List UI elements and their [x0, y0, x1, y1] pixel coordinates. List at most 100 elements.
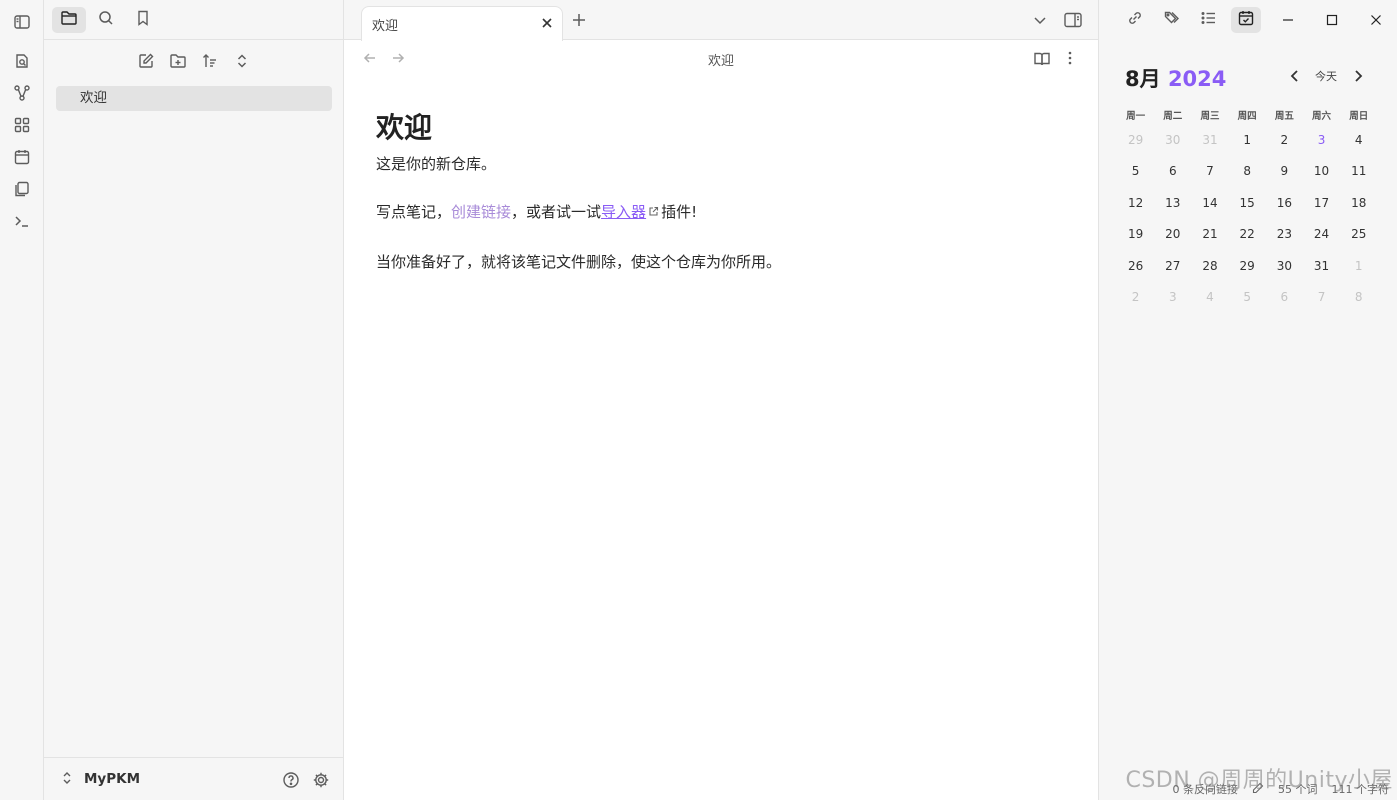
right-sidebar: 8月 2024 今天 周一 周二 周三 周四 周五 周六 周日 29 30 31 1 2 3 4 5 6 7 8 9…	[1098, 0, 1397, 800]
internal-link[interactable]: 创建链接	[451, 203, 511, 221]
calendar-day[interactable]: 31	[1303, 259, 1340, 273]
collapse-icon[interactable]	[229, 48, 255, 74]
calendar-day[interactable]: 30	[1266, 259, 1303, 273]
templates-icon[interactable]	[10, 177, 34, 201]
calendar-today-button[interactable]: 今天	[1315, 68, 1337, 84]
bookmarks-tab[interactable]	[126, 7, 160, 33]
more-options-icon[interactable]	[1062, 50, 1078, 70]
calendar-day[interactable]: 11	[1340, 164, 1377, 178]
outgoing-links-tab[interactable]	[1120, 7, 1150, 33]
calendar-day[interactable]: 8	[1340, 290, 1377, 304]
tags-tab[interactable]	[1157, 7, 1187, 33]
reading-view-book-icon[interactable]	[1033, 50, 1051, 72]
calendar-day[interactable]: 12	[1117, 196, 1154, 210]
settings-gear-icon[interactable]	[311, 770, 331, 790]
calendar-weekday-row: 周一 周二 周三 周四 周五 周六 周日	[1117, 106, 1396, 124]
calendar-day[interactable]: 7	[1191, 164, 1228, 178]
text-segment: 插件!	[661, 203, 698, 221]
calendar-day[interactable]: 2	[1266, 133, 1303, 147]
calendar-day[interactable]: 1	[1229, 133, 1266, 147]
close-icon[interactable]	[540, 16, 554, 34]
note-content[interactable]: 欢迎 这是你的新仓库。 写点笔记，创建链接，或者试一试导入器 插件! 当你准备好了…	[376, 108, 1056, 274]
calendar-day[interactable]: 28	[1191, 259, 1228, 273]
calendar-day[interactable]: 5	[1229, 290, 1266, 304]
calendar-day[interactable]: 31	[1191, 133, 1228, 147]
calendar-day[interactable]: 3	[1154, 290, 1191, 304]
sort-icon[interactable]	[197, 48, 223, 74]
calendar-day[interactable]: 6	[1154, 164, 1191, 178]
calendar-day[interactable]: 6	[1266, 290, 1303, 304]
file-explorer-tab[interactable]	[52, 7, 86, 33]
file-item[interactable]: 欢迎	[56, 86, 332, 111]
calendar-day[interactable]: 27	[1154, 259, 1191, 273]
calendar-day[interactable]: 4	[1340, 133, 1377, 147]
outline-tab[interactable]	[1194, 7, 1224, 33]
vault-name[interactable]: MyPKM	[84, 771, 140, 787]
calendar-day[interactable]: 16	[1266, 196, 1303, 210]
list-icon	[1200, 9, 1218, 31]
command-palette-icon[interactable]	[10, 209, 34, 233]
calendar-day[interactable]: 5	[1117, 164, 1154, 178]
minimize-icon[interactable]	[1278, 10, 1298, 30]
external-link[interactable]: 导入器	[601, 203, 646, 221]
tab-title: 欢迎	[372, 19, 399, 34]
calendar-day[interactable]: 17	[1303, 196, 1340, 210]
calendar-day[interactable]: 4	[1191, 290, 1228, 304]
calendar-day[interactable]: 7	[1303, 290, 1340, 304]
window-close-icon[interactable]	[1366, 10, 1386, 30]
calendar-day[interactable]: 25	[1340, 227, 1377, 241]
open-quick-switcher-icon[interactable]	[10, 49, 34, 73]
right-sidebar-tabs	[1099, 0, 1397, 40]
calendar-day[interactable]: 2	[1117, 290, 1154, 304]
note-paragraph-1: 这是你的新仓库。	[376, 155, 497, 173]
calendar-day[interactable]: 22	[1229, 227, 1266, 241]
calendar-day[interactable]: 23	[1266, 227, 1303, 241]
calendar-day[interactable]: 26	[1117, 259, 1154, 273]
search-tab[interactable]	[89, 7, 123, 33]
bookmark-icon	[134, 9, 152, 31]
view-title[interactable]: 欢迎	[344, 50, 1098, 69]
canvas-icon[interactable]	[10, 113, 34, 137]
calendar-day[interactable]: 30	[1154, 133, 1191, 147]
chevron-right-icon[interactable]	[1350, 68, 1366, 88]
new-tab-plus-icon[interactable]	[570, 11, 588, 33]
calendar-day[interactable]: 15	[1229, 196, 1266, 210]
help-icon[interactable]	[281, 770, 301, 790]
folder-icon	[60, 9, 78, 31]
calendar-weekday: 周四	[1237, 111, 1257, 122]
calendar-weekday: 周一	[1126, 111, 1146, 122]
calendar-day[interactable]: 24	[1303, 227, 1340, 241]
new-note-icon[interactable]	[133, 48, 159, 74]
note-paragraph-3: 当你准备好了，就将该笔记文件删除，使这个仓库为你所用。	[376, 253, 782, 271]
maximize-icon[interactable]	[1322, 10, 1342, 30]
link-icon	[1126, 9, 1144, 31]
vault-switcher-icon[interactable]	[60, 771, 74, 789]
calendar-day[interactable]: 10	[1303, 164, 1340, 178]
new-folder-icon[interactable]	[165, 48, 191, 74]
calendar-day[interactable]: 29	[1117, 133, 1154, 147]
calendar-week-row: 12 13 14 15 16 17 18	[1117, 187, 1396, 219]
calendar-day[interactable]: 21	[1191, 227, 1228, 241]
calendar-day[interactable]: 18	[1340, 196, 1377, 210]
calendar-day[interactable]: 1	[1340, 259, 1377, 273]
calendar-day[interactable]: 14	[1191, 196, 1228, 210]
right-sidebar-toggle-icon[interactable]	[1063, 10, 1083, 34]
calendar-day[interactable]: 8	[1229, 164, 1266, 178]
calendar-day[interactable]: 13	[1154, 196, 1191, 210]
calendar-day[interactable]: 19	[1117, 227, 1154, 241]
tab-list-chevron-down-icon[interactable]	[1032, 12, 1048, 32]
calendar-title: 8月 2024	[1125, 63, 1226, 93]
calendar-day[interactable]: 20	[1154, 227, 1191, 241]
daily-note-icon[interactable]	[10, 145, 34, 169]
chevron-left-icon[interactable]	[1287, 68, 1303, 88]
calendar-week-row: 26 27 28 29 30 31 1	[1117, 250, 1396, 282]
sidebar-toggle-icon[interactable]	[10, 10, 34, 34]
calendar-tab[interactable]	[1231, 7, 1261, 33]
calendar-day[interactable]: 9	[1266, 164, 1303, 178]
tab-welcome[interactable]: 欢迎	[361, 6, 563, 41]
left-sidebar: 欢迎 MyPKM	[44, 0, 344, 800]
calendar-day[interactable]: 29	[1229, 259, 1266, 273]
calendar-day-today[interactable]: 3	[1303, 133, 1340, 147]
graph-view-icon[interactable]	[10, 81, 34, 105]
calendar-week-row: 5 6 7 8 9 10 11	[1117, 156, 1396, 188]
